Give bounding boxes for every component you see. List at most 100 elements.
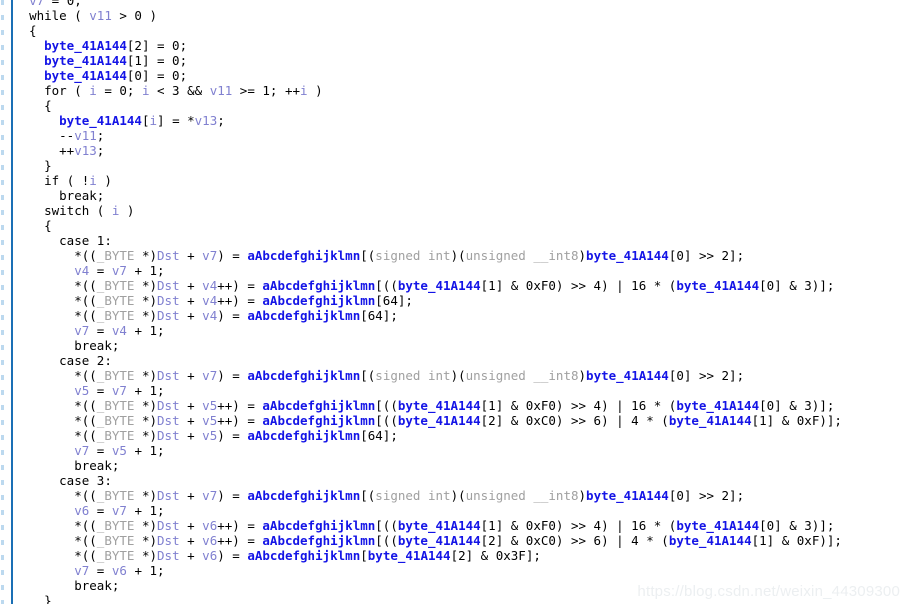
- code-token-pun: [0] >> 2];: [668, 488, 745, 503]
- code-token-typ: _BYTE: [96, 518, 135, 533]
- code-token-loc: v6: [202, 518, 218, 533]
- code-line[interactable]: v6 = v7 + 1;: [14, 503, 908, 518]
- code-line[interactable]: *((_BYTE *)Dst + v7) = aAbcdefghijklmn[(…: [14, 368, 908, 383]
- code-line[interactable]: *((_BYTE *)Dst + v4) = aAbcdefghijklmn[6…: [14, 308, 908, 323]
- code-line[interactable]: --v11;: [14, 128, 908, 143]
- code-line[interactable]: byte_41A144[i] = *v13;: [14, 113, 908, 128]
- code-token-pun: [14, 263, 74, 278]
- code-token-glb: aAbcdefghijklmn: [247, 368, 361, 383]
- code-token-pun: *((: [14, 488, 97, 503]
- code-line[interactable]: v7 = 0;: [14, 0, 908, 8]
- code-token-glb: aAbcdefghijklmn: [247, 488, 361, 503]
- code-token-pun: [14, 203, 44, 218]
- code-token-loc: v13: [74, 143, 97, 158]
- code-line[interactable]: while ( v11 > 0 ): [14, 8, 908, 23]
- code-line[interactable]: if ( !i ): [14, 173, 908, 188]
- code-token-glb: aAbcdefghijklmn: [262, 413, 376, 428]
- code-line[interactable]: }: [14, 593, 908, 604]
- code-token-pun: ++) =: [217, 278, 263, 293]
- code-token-pun: *): [134, 548, 158, 563]
- code-line[interactable]: {: [14, 218, 908, 233]
- code-token-pun: *): [134, 533, 158, 548]
- code-line[interactable]: break;: [14, 458, 908, 473]
- code-line[interactable]: case 1:: [14, 233, 908, 248]
- code-line[interactable]: *((_BYTE *)Dst + v4++) = aAbcdefghijklmn…: [14, 293, 908, 308]
- code-token-loc: v6: [111, 563, 127, 578]
- code-line[interactable]: break;: [14, 188, 908, 203]
- code-token-pun: =: [89, 383, 112, 398]
- code-line[interactable]: case 3:: [14, 473, 908, 488]
- code-line[interactable]: switch ( i ): [14, 203, 908, 218]
- code-token-glb: aAbcdefghijklmn: [262, 518, 376, 533]
- code-token-pun: ): [96, 173, 112, 188]
- code-token-loc: v4: [111, 323, 127, 338]
- code-token-loc: v5: [202, 413, 218, 428]
- code-token-pun: [(: [360, 248, 376, 263]
- code-line[interactable]: *((_BYTE *)Dst + v4++) = aAbcdefghijklmn…: [14, 278, 908, 293]
- code-token-pun: [0] & 3)];: [759, 518, 835, 533]
- code-token-kw: break: [74, 458, 112, 473]
- code-line[interactable]: for ( i = 0; i < 3 && v11 >= 1; ++i ): [14, 83, 908, 98]
- code-token-pun: *): [134, 278, 158, 293]
- code-token-typ: _BYTE: [96, 278, 135, 293]
- code-token-glb: byte_41A144: [367, 548, 451, 563]
- code-line[interactable]: *((_BYTE *)Dst + v5++) = aAbcdefghijklmn…: [14, 413, 908, 428]
- code-line[interactable]: }: [14, 158, 908, 173]
- code-token-pun: +: [179, 548, 203, 563]
- code-token-pun: [14, 68, 44, 83]
- code-token-arg: Dst: [157, 548, 180, 563]
- code-token-arg: Dst: [157, 248, 180, 263]
- code-token-loc: v6: [202, 548, 218, 563]
- code-token-pun: *): [134, 428, 158, 443]
- code-line[interactable]: break;: [14, 578, 908, 593]
- code-token-kw: while: [29, 8, 67, 23]
- code-line[interactable]: byte_41A144[1] = 0;: [14, 53, 908, 68]
- code-line[interactable]: break;: [14, 338, 908, 353]
- code-line[interactable]: *((_BYTE *)Dst + v7) = aAbcdefghijklmn[(…: [14, 248, 908, 263]
- code-token-typ: _BYTE: [96, 368, 135, 383]
- code-token-pun: 2:: [89, 353, 112, 368]
- code-line[interactable]: byte_41A144[2] = 0;: [14, 38, 908, 53]
- code-line[interactable]: byte_41A144[0] = 0;: [14, 68, 908, 83]
- code-line[interactable]: *((_BYTE *)Dst + v6++) = aAbcdefghijklmn…: [14, 533, 908, 548]
- code-token-kw: switch: [44, 203, 90, 218]
- code-area[interactable]: v7 = 0; while ( v11 > 0 ) { byte_41A144[…: [14, 0, 908, 604]
- code-token-pun: [1] & 0xF0) >> 4) | 16 * (: [480, 398, 677, 413]
- code-token-typ: _BYTE: [96, 488, 135, 503]
- code-token-pun: [1] & 0xF)];: [751, 413, 842, 428]
- code-token-typ: signed int: [375, 488, 451, 503]
- code-token-pun: +: [179, 518, 203, 533]
- code-token-loc: v7: [74, 323, 90, 338]
- code-token-pun: +: [179, 533, 203, 548]
- code-line[interactable]: v7 = v6 + 1;: [14, 563, 908, 578]
- code-line[interactable]: {: [14, 23, 908, 38]
- code-token-kw: break: [74, 338, 112, 353]
- code-token-pun: 3:: [89, 473, 112, 488]
- code-token-pun: ): [578, 368, 587, 383]
- code-token-glb: byte_41A144: [586, 368, 669, 383]
- code-line[interactable]: *((_BYTE *)Dst + v7) = aAbcdefghijklmn[(…: [14, 488, 908, 503]
- code-line[interactable]: ++v13;: [14, 143, 908, 158]
- code-line[interactable]: *((_BYTE *)Dst + v5++) = aAbcdefghijklmn…: [14, 398, 908, 413]
- code-token-pun: + 1;: [126, 323, 165, 338]
- code-token-pun: [((: [375, 398, 398, 413]
- code-token-pun: *((: [14, 518, 97, 533]
- code-line[interactable]: case 2:: [14, 353, 908, 368]
- code-token-pun: =: [89, 263, 112, 278]
- code-line[interactable]: *((_BYTE *)Dst + v6) = aAbcdefghijklmn[b…: [14, 548, 908, 563]
- gutter-collapse-rail[interactable]: [11, 0, 13, 604]
- code-line[interactable]: *((_BYTE *)Dst + v6++) = aAbcdefghijklmn…: [14, 518, 908, 533]
- code-line[interactable]: v7 = v5 + 1;: [14, 443, 908, 458]
- code-token-loc: v5: [74, 383, 90, 398]
- code-token-arg: Dst: [157, 533, 180, 548]
- code-token-glb: byte_41A144: [397, 398, 481, 413]
- code-token-pun: [1] & 0xF0) >> 4) | 16 * (: [480, 518, 677, 533]
- code-line[interactable]: v5 = v7 + 1;: [14, 383, 908, 398]
- code-line[interactable]: v4 = v7 + 1;: [14, 263, 908, 278]
- code-token-pun: +: [179, 413, 203, 428]
- code-line[interactable]: v7 = v4 + 1;: [14, 323, 908, 338]
- code-token-pun: ): [578, 248, 587, 263]
- code-line[interactable]: {: [14, 98, 908, 113]
- code-token-glb: byte_41A144: [397, 518, 481, 533]
- code-line[interactable]: *((_BYTE *)Dst + v5) = aAbcdefghijklmn[6…: [14, 428, 908, 443]
